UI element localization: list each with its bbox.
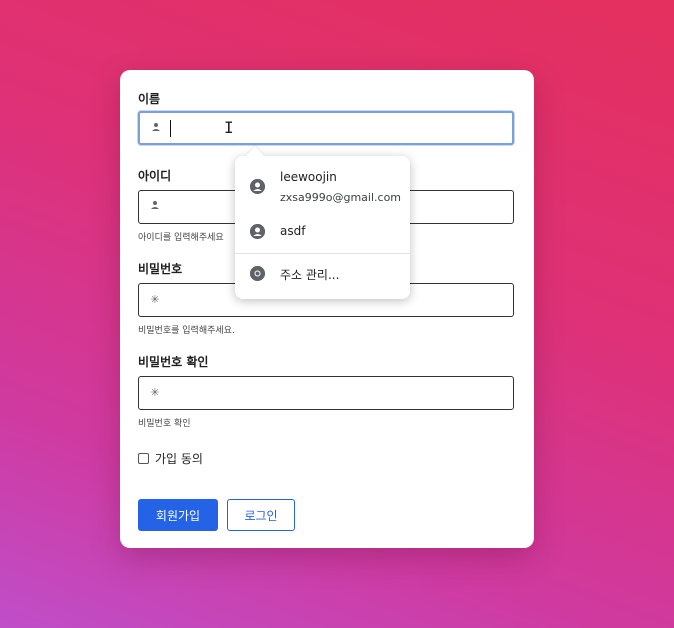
password-hint: 비밀번호를 입력해주세요.	[138, 326, 235, 336]
ibeam-cursor-icon: I	[224, 118, 234, 137]
dropdown-divider	[235, 253, 410, 254]
suggestion-name: leewoojin	[280, 170, 337, 184]
autofill-dropdown: leewoojin zxsa999o@gmail.com asdf 주소 관리.…	[235, 146, 410, 299]
account-circle-icon	[250, 179, 265, 194]
id-label: 아이디	[138, 169, 172, 183]
password-confirm-input[interactable]	[167, 377, 501, 411]
asterisk-icon: ✳	[150, 386, 160, 399]
autofill-suggestion[interactable]: asdf	[235, 216, 410, 248]
autofill-suggestion[interactable]: leewoojin zxsa999o@gmail.com	[235, 164, 410, 214]
name-input[interactable]	[168, 113, 502, 145]
person-icon	[148, 200, 162, 214]
password-confirm-label: 비밀번호 확인	[138, 355, 209, 369]
suggestion-detail: zxsa999o@gmail.com	[280, 191, 402, 204]
chrome-icon	[250, 266, 265, 281]
password-label: 비밀번호	[138, 262, 183, 276]
login-button[interactable]: 로그인	[227, 499, 295, 531]
asterisk-icon: ✳	[150, 293, 160, 306]
person-icon	[149, 122, 163, 136]
agree-checkbox-row[interactable]: 가입 동의	[138, 450, 203, 467]
manage-addresses-item[interactable]: 주소 관리...	[235, 258, 410, 290]
password-confirm-field[interactable]: ✳	[138, 376, 514, 411]
manage-addresses-label: 주소 관리...	[280, 268, 340, 282]
agree-label: 가입 동의	[155, 452, 203, 466]
name-label: 이름	[138, 92, 161, 106]
signup-button[interactable]: 회원가입	[138, 499, 218, 531]
account-circle-icon	[250, 224, 265, 239]
password-confirm-hint: 비밀번호 확인	[138, 419, 191, 429]
name-field[interactable]: I	[138, 111, 514, 145]
suggestion-name: asdf	[280, 224, 306, 238]
signup-card: 이름 I 아이디 아이디를 입력해주세요 비밀번호 ✳ 비밀번호를 입력해주세요…	[120, 70, 534, 548]
id-hint: 아이디를 입력해주세요	[138, 233, 224, 243]
agree-checkbox[interactable]	[138, 453, 149, 464]
text-caret	[170, 120, 171, 137]
